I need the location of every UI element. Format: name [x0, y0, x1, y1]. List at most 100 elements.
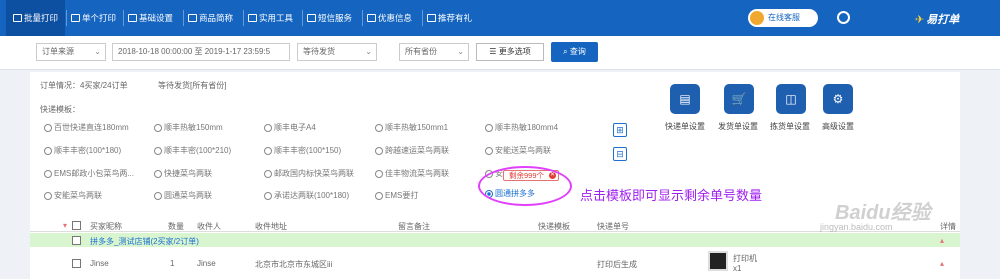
sort-caret-icon[interactable]: ▾: [63, 221, 67, 230]
template-radio[interactable]: 安能菜鸟两联: [44, 191, 102, 201]
address-cell: 北京市北京市东城区iii: [255, 260, 333, 269]
shop-group-label[interactable]: 拼多多_测试店铺(2买家/2订单): [90, 236, 199, 247]
col-receiver: 收件人: [197, 222, 221, 231]
nav-divider: [183, 10, 184, 26]
online-service-button[interactable]: 在线客服: [748, 9, 818, 27]
advanced-settings-button[interactable]: ⚙: [823, 84, 853, 114]
qty-cell: 1: [170, 259, 175, 268]
search-icon: ⌕: [563, 47, 570, 56]
tracking-cell: 打印后生成: [597, 260, 637, 269]
expand-icon[interactable]: ▴: [940, 236, 944, 245]
nav-sms[interactable]: 短信服务: [307, 0, 352, 36]
nav-divider: [362, 10, 363, 26]
highlight-ellipse: [478, 166, 572, 206]
chevron-down-icon: ⌄: [457, 47, 464, 56]
col-buyer: 买家昵称: [90, 222, 122, 231]
template-radio[interactable]: 邮政国内标快菜鸟两联: [264, 169, 354, 179]
receiver-cell: Jinse: [197, 259, 216, 268]
product-name: 打印机: [733, 254, 757, 263]
logo-mark-icon: ✈: [915, 14, 925, 26]
chevron-down-icon: ⌄: [94, 47, 101, 56]
template-radio[interactable]: 百世快递直连180mm: [44, 123, 129, 133]
template-radio[interactable]: 顺丰热敏180mm4: [485, 123, 558, 133]
buyer-cell: Jinse: [90, 259, 109, 268]
watermark-url: jingyan.baidu.com: [820, 222, 893, 232]
template-radio[interactable]: 快捷菜鸟两联: [154, 169, 212, 179]
nav-single-print[interactable]: 单个打印: [71, 0, 116, 36]
remove-template-button[interactable]: ⊟: [613, 147, 627, 161]
gear-icon: ⚙: [832, 92, 844, 106]
order-summary: 订单情况：4买家/24订单: [40, 81, 128, 90]
coupon-icon: [367, 14, 376, 22]
template-radio[interactable]: 承诺达两联(100*180): [264, 191, 349, 201]
col-address: 收件地址: [255, 222, 287, 231]
template-radio[interactable]: 顺丰热敏150mm: [154, 123, 223, 133]
template-radio[interactable]: 圆通菜鸟两联: [154, 191, 212, 201]
group-checkbox[interactable]: [72, 236, 81, 245]
nav-basic-settings[interactable]: 基础设置: [128, 0, 173, 36]
avatar: [750, 11, 764, 25]
more-options-button[interactable]: ☰ 更多选项: [476, 43, 544, 61]
monitor-icon: [128, 14, 137, 22]
grid-icon: [188, 14, 197, 22]
gift-icon: [427, 14, 436, 22]
nav-divider: [123, 10, 124, 26]
delivery-note-settings-label: 发货单设置: [718, 122, 758, 131]
cart-icon: 🛒: [731, 92, 747, 106]
template-radio[interactable]: 顺丰丰密(100*210): [154, 146, 231, 156]
printer-icon: [71, 14, 80, 22]
date-range-input[interactable]: 2018-10-18 00:00:00 至 2019-1-17 23:59:5: [112, 43, 290, 61]
template-radio[interactable]: 安能送菜鸟两联: [485, 146, 551, 156]
product-thumbnail: [708, 251, 728, 271]
col-remark: 留言备注: [398, 222, 430, 231]
detail-icon[interactable]: ▴: [940, 259, 944, 268]
waybill-settings-label: 快递单设置: [665, 122, 705, 131]
nav-referral[interactable]: 推荐有礼: [427, 0, 472, 36]
nav-divider: [422, 10, 423, 26]
nav-batch-print[interactable]: 批量打印: [6, 0, 66, 36]
picking-list-settings-label: 拣货单设置: [770, 122, 810, 131]
app-logo: ✈ 易打单: [915, 14, 960, 26]
basket-icon: ◫: [785, 92, 797, 106]
query-button[interactable]: ⌕ 查询: [551, 42, 598, 62]
order-source-select[interactable]: 订单来源 ⌄: [36, 43, 106, 61]
template-radio[interactable]: 顺丰电子A4: [264, 123, 316, 133]
status-select[interactable]: 等待发货 ⌄: [297, 43, 377, 61]
row-checkbox[interactable]: [72, 259, 81, 268]
nav-tools[interactable]: 实用工具: [248, 0, 293, 36]
nav-divider: [302, 10, 303, 26]
template-radio[interactable]: 顺丰丰密(100*180): [44, 146, 121, 156]
picking-list-settings-button[interactable]: ◫: [776, 84, 806, 114]
template-radio[interactable]: 顺丰丰密(100*150): [264, 146, 341, 156]
col-detail: 详情: [940, 222, 956, 231]
list-icon: ☰: [489, 47, 499, 56]
province-select[interactable]: 所有省份 ⌄: [399, 43, 469, 61]
template-radio[interactable]: EMS要打: [375, 191, 418, 201]
id-card-icon: ▤: [679, 92, 691, 106]
nav-divider: [66, 10, 67, 26]
annotation-text: 点击模板即可显示剩余单号数量: [580, 188, 763, 203]
advanced-settings-label: 高级设置: [822, 122, 854, 131]
message-icon: [307, 14, 316, 22]
printer-icon: [13, 14, 22, 22]
col-tracking: 快递单号: [597, 222, 629, 231]
nav-discounts[interactable]: 优惠信息: [367, 0, 412, 36]
nav-product-alias[interactable]: 商品简称: [188, 0, 233, 36]
template-radio[interactable]: 顺丰热敏150mm1: [375, 123, 448, 133]
wrench-icon: [248, 14, 257, 22]
delivery-note-settings-button[interactable]: 🛒: [724, 84, 754, 114]
template-label: 快递模板：: [40, 105, 80, 114]
template-radio[interactable]: 跨越速运菜鸟两联: [375, 146, 449, 156]
product-count: x1: [733, 264, 742, 273]
status-summary: 等待发货[所有省份]: [158, 81, 227, 90]
col-template: 快递模板: [538, 222, 570, 231]
watermark: Baidu经验: [835, 202, 931, 224]
user-icon[interactable]: [837, 11, 850, 24]
nav-divider: [243, 10, 244, 26]
waybill-settings-button[interactable]: ▤: [670, 84, 700, 114]
select-all-checkbox[interactable]: [72, 221, 81, 230]
template-radio[interactable]: EMS邮政小包菜鸟两...: [44, 169, 134, 179]
template-radio[interactable]: 佳丰物流菜鸟两联: [375, 169, 449, 179]
chevron-down-icon: ⌄: [365, 47, 372, 56]
add-template-button[interactable]: ⊞: [613, 123, 627, 137]
